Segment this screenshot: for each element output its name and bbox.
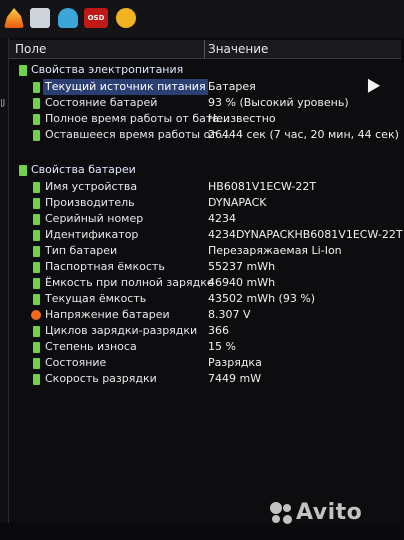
- battery-icon: [33, 278, 40, 289]
- battery-icon: [33, 294, 40, 305]
- avito-logo-icon: [270, 502, 294, 526]
- group-power-label: Свойства электропитания: [31, 63, 184, 76]
- row-value: 26444 сек (7 час, 20 мин, 44 сек): [208, 128, 399, 141]
- list-item[interactable]: Циклов зарядки-разрядки 366: [9, 323, 401, 339]
- battery-icon: [33, 342, 40, 353]
- column-header: Поле Значение: [9, 40, 401, 59]
- battery-icon: [33, 98, 40, 109]
- row-name: Состояние батарей: [45, 96, 158, 109]
- flame-icon[interactable]: [4, 8, 24, 28]
- row-name: Тип батареи: [45, 244, 118, 257]
- row-value: 55237 mWh: [208, 260, 276, 273]
- properties-panel: Поле Значение Свойства электропитания Те…: [8, 38, 403, 523]
- list-item[interactable]: Скорость разрядки 7449 mW: [9, 371, 401, 387]
- row-name: Идентификатор: [45, 228, 139, 241]
- hardware-icon[interactable]: [30, 8, 50, 28]
- battery-icon: [33, 198, 40, 209]
- list-item[interactable]: Напряжение батареи 8.307 V: [9, 307, 401, 323]
- row-name: Паспортная ёмкость: [45, 260, 165, 273]
- group-battery[interactable]: Свойства батареи: [9, 162, 401, 178]
- row-name: Имя устройства: [45, 180, 138, 193]
- row-value: Неизвестно: [208, 112, 276, 125]
- group-power[interactable]: Свойства электропитания: [9, 62, 401, 78]
- list-item[interactable]: Ёмкость при полной зарядке 46940 mWh: [9, 275, 401, 291]
- list-item[interactable]: Текущая ёмкость 43502 mWh (93 %): [9, 291, 401, 307]
- voltage-icon: [31, 310, 41, 320]
- battery-icon: [33, 182, 40, 193]
- header-separator[interactable]: [204, 40, 205, 58]
- row-value: Перезаряжаемая Li-Ion: [208, 244, 342, 257]
- battery-icon: [33, 214, 40, 225]
- row-value: HB6081V1ECW-22T: [208, 180, 317, 193]
- list-item[interactable]: Тип батареи Перезаряжаемая Li-Ion: [9, 243, 401, 259]
- battery-icon: [33, 358, 40, 369]
- header-value[interactable]: Значение: [208, 42, 268, 56]
- user-icon[interactable]: [58, 8, 78, 28]
- list-item[interactable]: Оставшееся время работы от ... 26444 сек…: [9, 127, 401, 143]
- row-name: Полное время работы от бата...: [45, 112, 230, 125]
- battery-icon: [33, 130, 40, 141]
- battery-icon: [33, 262, 40, 273]
- row-value: 43502 mWh (93 %): [208, 292, 316, 305]
- row-value: DYNAPACK: [208, 196, 267, 209]
- settings-icon[interactable]: [116, 8, 136, 28]
- list-item[interactable]: Полное время работы от бата... Неизвестн…: [9, 111, 401, 127]
- row-name: Оставшееся время работы от ...: [45, 128, 231, 141]
- row-name: Напряжение батареи: [45, 308, 170, 321]
- battery-icon: [33, 82, 40, 93]
- bottom-bar: [0, 523, 404, 540]
- row-value: 4234: [208, 212, 236, 225]
- list-item[interactable]: Производитель DYNAPACK: [9, 195, 401, 211]
- list-item[interactable]: Состояние Разрядка: [9, 355, 401, 371]
- row-name: Текущая ёмкость: [45, 292, 147, 305]
- row-value: 8.307 V: [208, 308, 251, 321]
- row-value: 46940 mWh: [208, 276, 276, 289]
- row-value: Батарея: [208, 80, 256, 93]
- group-battery-label: Свойства батареи: [31, 163, 136, 176]
- list-item[interactable]: Паспортная ёмкость 55237 mWh: [9, 259, 401, 275]
- battery-icon: [33, 114, 40, 125]
- battery-icon: [33, 246, 40, 257]
- battery-icon: [19, 165, 27, 176]
- row-name: Циклов зарядки-разрядки: [45, 324, 198, 337]
- row-name: Производитель: [45, 196, 135, 209]
- row-value: 366: [208, 324, 229, 337]
- toolbar: OSD: [0, 0, 404, 38]
- left-tree-strip: |J: [0, 38, 8, 528]
- power-icon: [19, 65, 27, 76]
- left-tree-fragment: |J: [0, 98, 6, 107]
- list-item[interactable]: Степень износа 15 %: [9, 339, 401, 355]
- row-value: 93 % (Высокий уровень): [208, 96, 349, 109]
- row-value: 4234DYNAPACKHB6081V1ECW-22T: [208, 228, 403, 241]
- battery-icon: [33, 230, 40, 241]
- row-value: 15 %: [208, 340, 236, 353]
- list-item[interactable]: Идентификатор 4234DYNAPACKHB6081V1ECW-22…: [9, 227, 403, 243]
- row-value: Разрядка: [208, 356, 262, 369]
- watermark: Avito: [296, 500, 363, 525]
- battery-icon: [33, 326, 40, 337]
- row-value: 7449 mW: [208, 372, 262, 385]
- list-item[interactable]: Текущий источник питания Батарея: [9, 79, 401, 95]
- row-name: Скорость разрядки: [45, 372, 157, 385]
- list-item[interactable]: Серийный номер 4234: [9, 211, 401, 227]
- battery-icon: [33, 374, 40, 385]
- row-name: Ёмкость при полной зарядке: [45, 276, 214, 289]
- osd-icon[interactable]: OSD: [84, 8, 108, 28]
- row-name: Состояние: [45, 356, 107, 369]
- row-name: Серийный номер: [45, 212, 144, 225]
- list-item[interactable]: Состояние батарей 93 % (Высокий уровень): [9, 95, 401, 111]
- header-field[interactable]: Поле: [15, 42, 46, 56]
- list-item[interactable]: Имя устройства HB6081V1ECW-22T: [9, 179, 401, 195]
- row-name: Текущий источник питания: [43, 79, 208, 95]
- row-name: Степень износа: [45, 340, 137, 353]
